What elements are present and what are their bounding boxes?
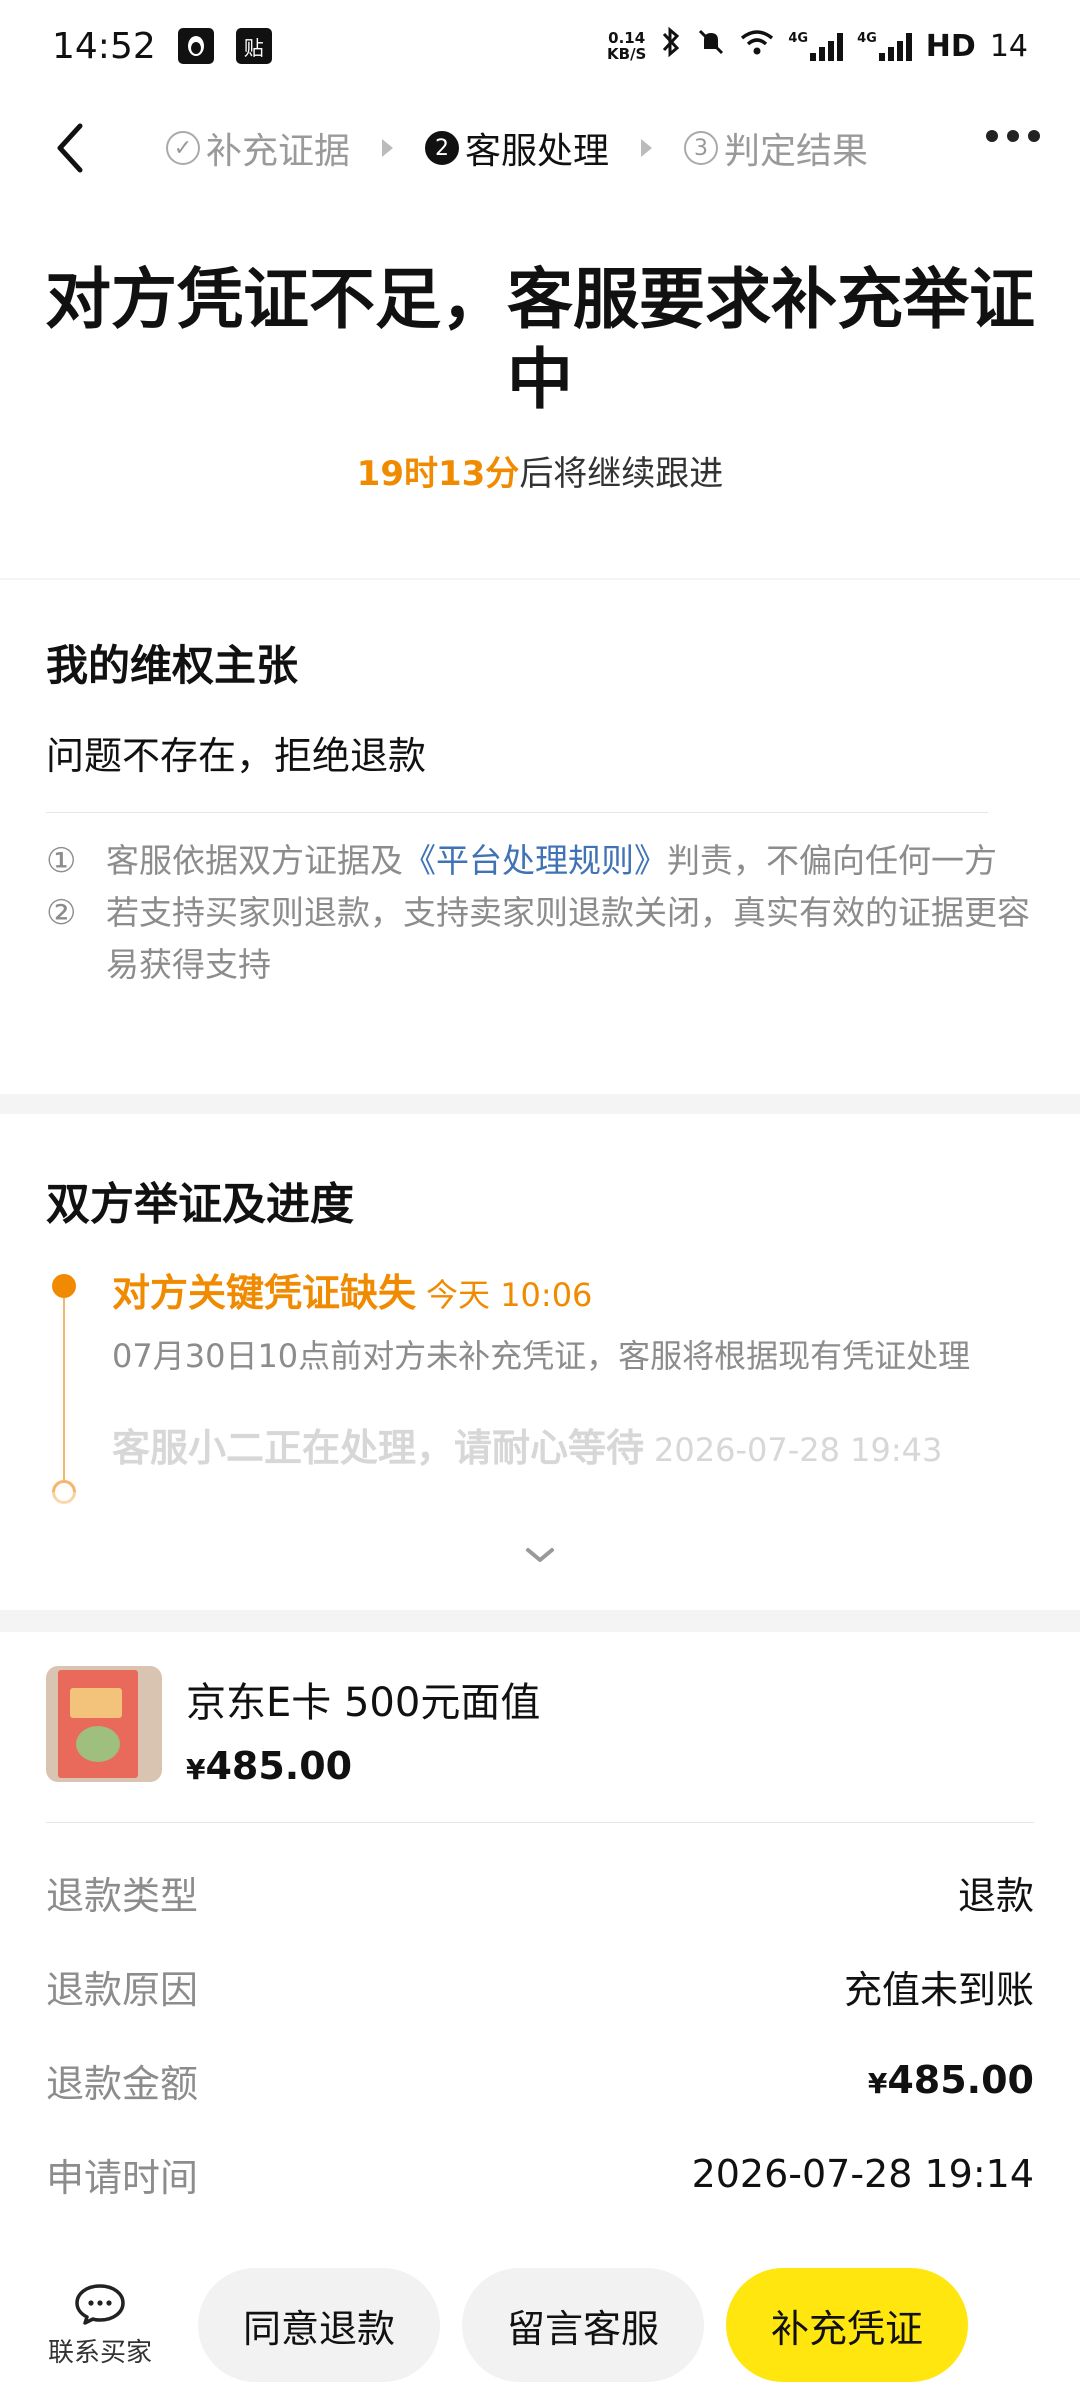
step-label: 判定结果 [724, 131, 869, 172]
check-circle-icon: ✓ [166, 131, 200, 165]
claim-value: 问题不存在，拒绝退款 [46, 734, 427, 778]
step-number: 2 [425, 131, 460, 165]
detail-key: 退款类型 [46, 1873, 199, 1918]
back-button[interactable] [0, 92, 140, 204]
timeline-time: 2026-07-28 19:43 [654, 1431, 943, 1469]
header-nav: ✓ 补充证据 2 客服处理 3 判定结果 [0, 92, 1080, 204]
expand-button[interactable] [522, 1544, 558, 1570]
step-number: 3 [684, 131, 719, 165]
step-arrow-icon [641, 139, 653, 157]
detail-key: 申请时间 [46, 2155, 199, 2200]
detail-value: 充值未到账 [843, 1967, 1034, 2012]
more-dot-icon [1007, 130, 1019, 142]
bottom-action-bar: 联系买家 同意退款 留言客服 补充凭证 [0, 2250, 1080, 2400]
chevron-down-icon [526, 1548, 554, 1562]
step-add-evidence: ✓ 补充证据 [166, 122, 350, 174]
note-item: ① 客服依据双方证据及《平台处理规则》判责，不偏向任何一方 [46, 835, 1034, 887]
detail-row-amount: 退款金额 ¥485.00 [46, 2033, 1034, 2127]
chat-bubble-icon [75, 2283, 125, 2325]
hd-indicator: HD [925, 28, 976, 64]
more-options-button[interactable] [986, 130, 1040, 142]
product-info: 京东E卡 500元面值 ¥485.00 [186, 1666, 540, 1822]
product-thumbnail [46, 1666, 162, 1782]
wifi-icon [740, 28, 774, 64]
note-index: ② [46, 893, 77, 933]
countdown-suffix: 后将继续跟进 [519, 454, 724, 494]
timeline-line [63, 1292, 65, 1490]
agree-refund-button[interactable]: 同意退款 [198, 2268, 440, 2382]
detail-row-time: 申请时间 2026-07-28 19:14 [46, 2127, 1034, 2221]
progress-steps: ✓ 补充证据 2 客服处理 3 判定结果 [166, 122, 868, 174]
note-item: ② 若支持买家则退款，支持卖家则退款关闭，真实有效的证据更容易获得支持 [46, 887, 1034, 991]
status-time: 14:52 [52, 25, 156, 67]
timeline-title: 对方关键凭证缺失 [112, 1271, 417, 1315]
tieba-icon: 贴 [235, 28, 272, 64]
contact-buyer-button[interactable]: 联系买家 [40, 2282, 160, 2369]
status-bar: 14:52 贴 0.14 KB/S 4G 4G HD 14 [0, 0, 1080, 92]
detail-row-reason: 退款原因 充值未到账 [46, 1939, 1034, 2033]
order-card: 京东E卡 500元面值 ¥485.00 退款类型 退款 退款原因 充值未到账 退… [0, 1632, 1080, 2250]
progress-heading: 双方举证及进度 [46, 1179, 354, 1230]
more-dot-icon [986, 130, 998, 142]
contact-buyer-label: 联系买家 [47, 2337, 152, 2368]
mute-bell-icon [696, 27, 726, 65]
timeline-dot-active [52, 1274, 76, 1298]
timeline-desc: 07月30日10点前对方未补充凭证，客服将根据现有凭证处理 [112, 1337, 971, 1375]
step-label: 补充证据 [206, 131, 351, 172]
message-service-button[interactable]: 留言客服 [462, 2268, 704, 2382]
page-title: 对方凭证不足，客服要求补充举证中 [45, 261, 1035, 418]
bluetooth-icon [660, 26, 682, 66]
divider [46, 812, 988, 813]
timeline-time: 今天 10:06 [426, 1276, 593, 1314]
refund-details: 退款类型 退款 退款原因 充值未到账 退款金额 ¥485.00 申请时间 202… [46, 1823, 1034, 2221]
add-evidence-button[interactable]: 补充凭证 [726, 2268, 968, 2382]
timeline-item: 对方关键凭证缺失 今天 10:06 07月30日10点前对方未补充凭证，客服将根据… [46, 1262, 1034, 1383]
more-dot-icon [1028, 130, 1040, 142]
step-arrow-icon [382, 139, 394, 157]
timeline: 对方关键凭证缺失 今天 10:06 07月30日10点前对方未补充凭证，客服将根据… [46, 1262, 1034, 1504]
step-label: 客服处理 [465, 131, 610, 172]
claim-heading: 我的维权主张 [46, 641, 299, 690]
timeline-title: 客服小二正在处理，请耐心等待 [112, 1426, 645, 1470]
claim-card: 我的维权主张 问题不存在，拒绝退款 ① 客服依据双方证据及《平台处理规则》判责，… [0, 580, 1080, 1094]
note-index: ① [46, 841, 77, 881]
signal-icon-1: 4G [788, 31, 844, 61]
progress-card: 双方举证及进度 对方关键凭证缺失 今天 10:06 07月30日10点前对方未补充… [0, 1114, 1080, 1610]
product-price: ¥485.00 [186, 1744, 353, 1788]
countdown-time: 19时13分 [356, 454, 520, 494]
step-result: 3 判定结果 [684, 122, 868, 174]
net-speed: 0.14 KB/S [607, 29, 647, 63]
platform-rules-link[interactable]: 《平台处理规则》 [403, 841, 667, 880]
detail-value: 2026-07-28 19:14 [691, 2152, 1034, 2196]
signal-icon-2: 4G [857, 31, 912, 61]
qq-penguin-icon [177, 28, 214, 64]
step-service-handling: 2 客服处理 [425, 122, 609, 174]
product-row[interactable]: 京东E卡 500元面值 ¥485.00 [46, 1632, 1034, 1822]
chevron-left-icon [57, 123, 83, 173]
detail-row-type: 退款类型 退款 [46, 1845, 1034, 1939]
detail-key: 退款金额 [46, 2061, 199, 2106]
status-hero: 对方凭证不足，客服要求补充举证中 19时13分后将继续跟进 [0, 204, 1080, 578]
detail-value: 退款 [957, 1873, 1034, 1918]
battery-level: 14 [989, 28, 1028, 64]
product-name: 京东E卡 500元面值 [186, 1680, 541, 1726]
detail-value: ¥485.00 [867, 2058, 1034, 2102]
timeline-item: 客服小二正在处理，请耐心等待 2026-07-28 19:43 [46, 1417, 1034, 1472]
countdown-text: 19时13分后将继续跟进 [0, 446, 1080, 495]
note-text: 若支持买家则退款，支持卖家则退款关闭，真实有效的证据更容易获得支持 [106, 893, 1030, 984]
detail-key: 退款原因 [46, 1967, 199, 2012]
note-text: 客服依据双方证据及《平台处理规则》判责，不偏向任何一方 [106, 841, 997, 880]
